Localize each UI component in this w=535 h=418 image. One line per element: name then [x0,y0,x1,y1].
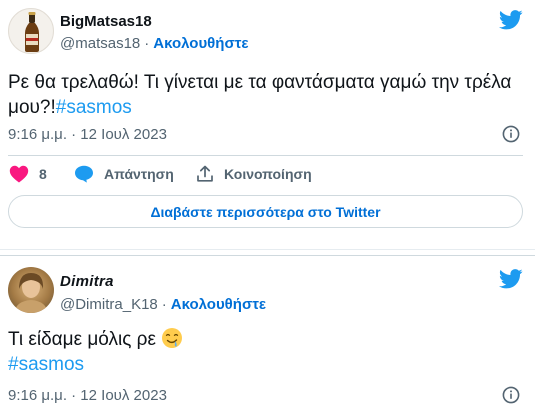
reply-button[interactable]: Απάντηση [74,165,174,183]
display-name[interactable]: BigMatsas18 [60,13,152,30]
follow-link[interactable]: Ακολουθήστε [153,35,248,52]
separator-dot: · [161,296,167,313]
profile-photo [14,273,48,313]
tweet-body: Τι είδαμε μόλις ρε [8,329,156,350]
divider [8,155,523,156]
tweet-text: Ρε θα τρελαθώ! Τι γίνεται με τα φαντάσμα… [8,70,518,120]
share-icon [197,165,213,182]
share-button[interactable]: Κοινοποίηση [196,165,312,183]
handle-line: @Dimitra_K18 · Ακολουθήστε [60,296,266,313]
timestamp[interactable]: 9:16 μ.μ. · 12 Ιουλ 2023 [8,387,167,404]
share-label: Κοινοποίηση [224,166,312,182]
hashtag-link[interactable]: #sasmos [56,97,132,118]
info-icon[interactable] [502,386,520,404]
hashtag-link[interactable]: #sasmos [8,354,84,375]
twitter-bird-icon[interactable] [499,10,523,30]
user-handle[interactable]: @Dimitra_K18 [60,296,158,313]
follow-link[interactable]: Ακολουθήστε [171,296,266,313]
avatar[interactable] [8,267,54,313]
reply-bubble-icon [75,165,93,183]
like-button[interactable]: 8 [9,165,47,183]
reply-label: Απάντηση [104,166,174,182]
separator-dot: · [144,35,150,52]
display-name[interactable]: Dimitra [60,273,114,290]
beer-bottle-image [25,12,39,52]
drooling-face-emoji [162,328,183,348]
timestamp[interactable]: 9:16 μ.μ. · 12 Ιουλ 2023 [8,126,167,143]
read-more-button[interactable]: Διαβάστε περισσότερα στο Twitter [8,195,523,228]
tweet-card: BigMatsas18 @matsas18 · Ακολουθήστε Ρε θα … [0,0,535,250]
tweet-text: Τι είδαμε μόλις ρε #sasmos [8,327,518,377]
info-icon[interactable] [502,125,520,143]
twitter-bird-icon[interactable] [499,269,523,289]
like-count: 8 [39,166,47,182]
heart-icon [9,165,29,183]
handle-line: @matsas18 · Ακολουθήστε [60,35,249,52]
user-handle[interactable]: @matsas18 [60,35,140,52]
avatar[interactable] [8,8,54,54]
